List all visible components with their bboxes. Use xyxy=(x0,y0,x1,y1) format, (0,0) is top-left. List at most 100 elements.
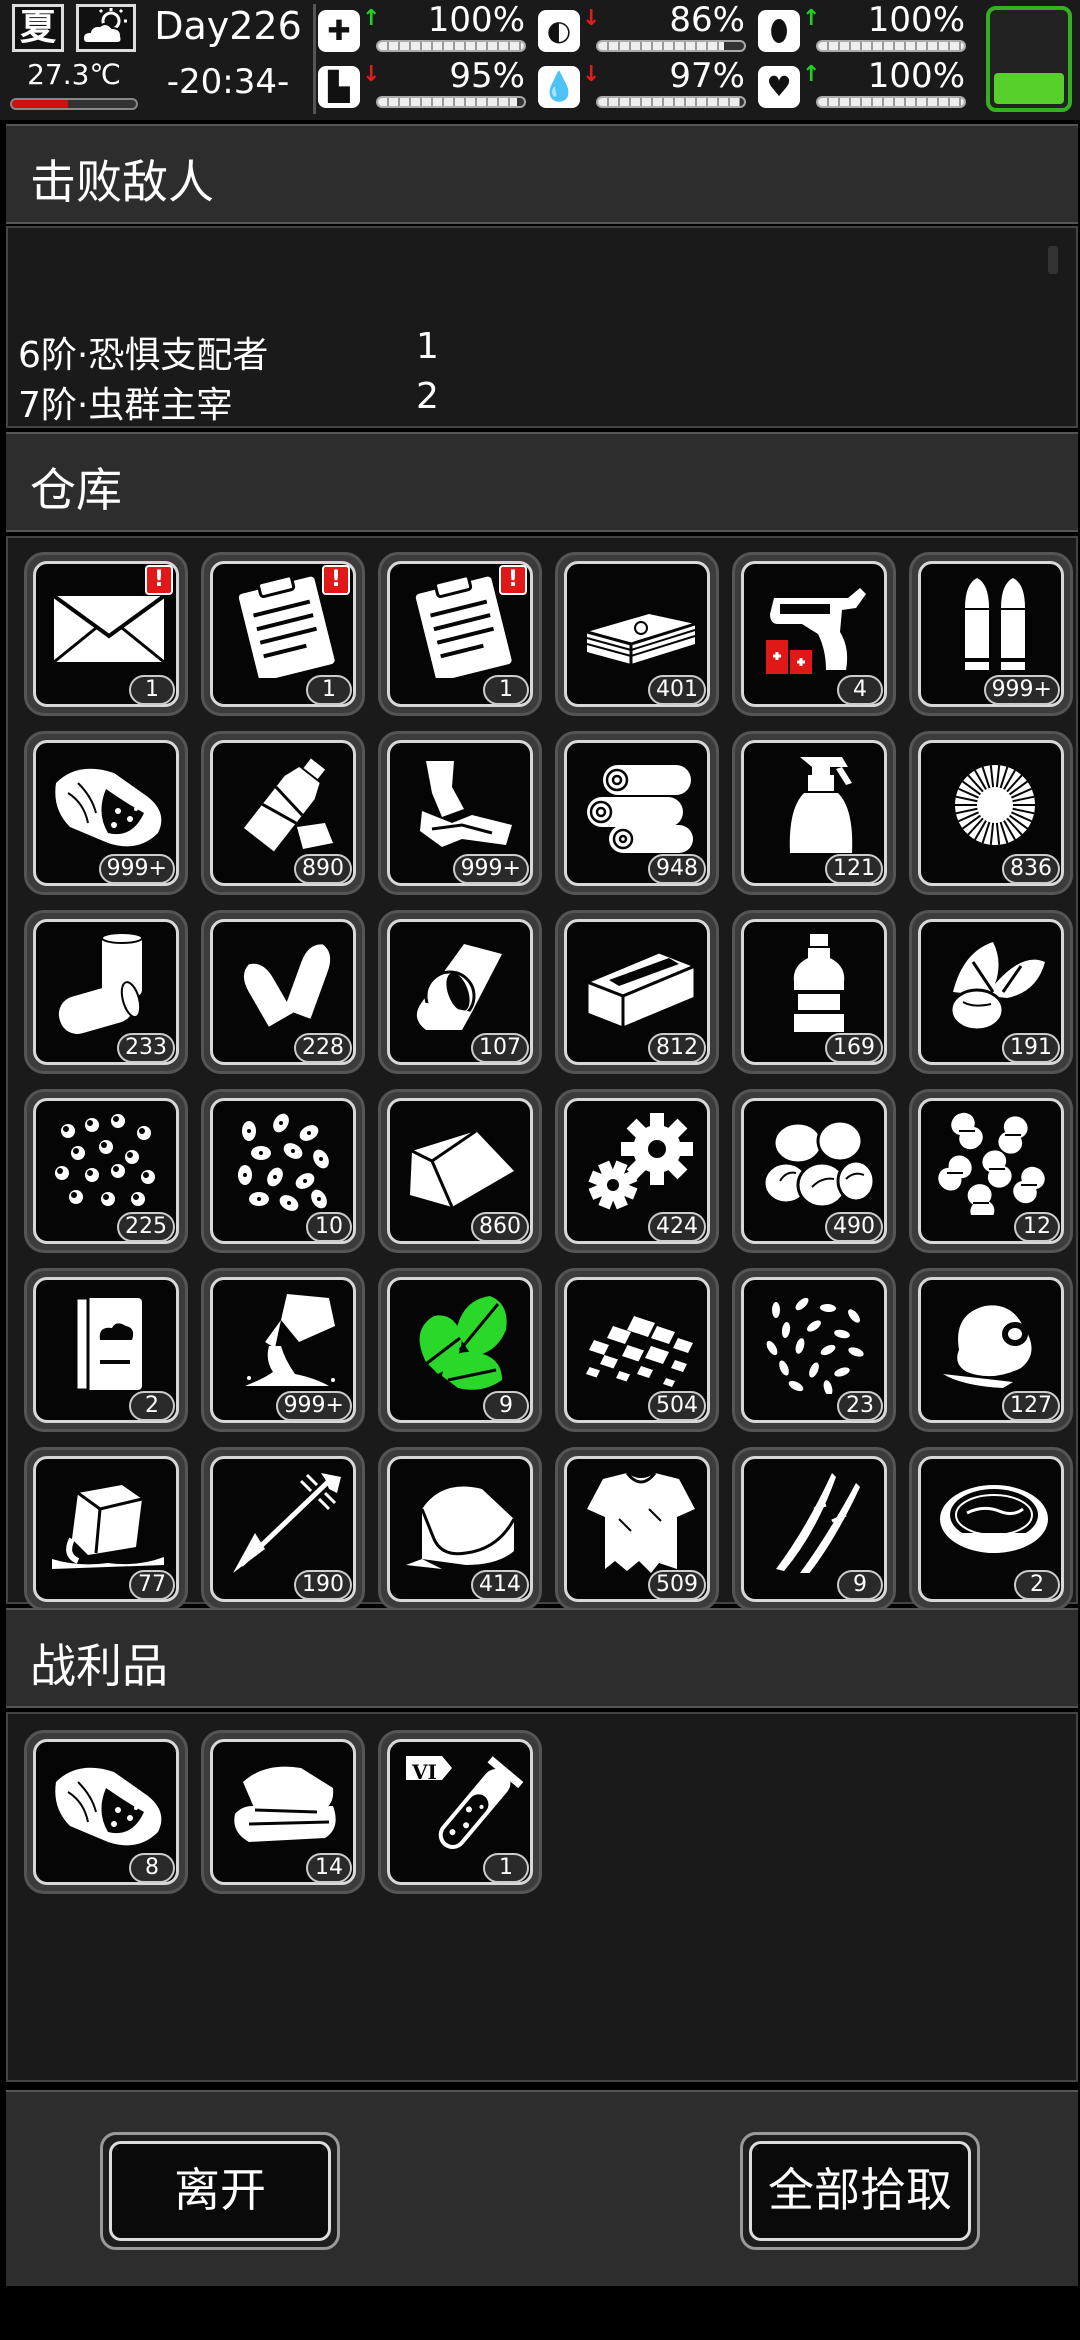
stat-meter: ⬮ ↑ 100% xyxy=(758,0,973,58)
item-count: 860 xyxy=(471,1212,529,1242)
bullets-icon xyxy=(965,578,1025,670)
item-slot[interactable]: 9 xyxy=(378,1268,542,1432)
item-slot[interactable]: ! 1 xyxy=(378,552,542,716)
item-slot[interactable]: 999+ xyxy=(201,1268,365,1432)
item-slot[interactable]: 9 xyxy=(732,1447,896,1611)
temperature-label: 27.3℃ xyxy=(27,58,121,91)
cans-icon xyxy=(58,932,143,1034)
water-drop-icon: 💧 xyxy=(538,66,580,108)
item-count: 23 xyxy=(837,1391,883,1421)
item-slot[interactable]: 191 xyxy=(909,910,1073,1074)
stat-meter: ♥ ↑ 100% xyxy=(758,56,973,114)
meat-icon xyxy=(55,768,162,847)
tier-badge: VI xyxy=(412,1760,437,1784)
trend-down-arrow-icon: ↓ xyxy=(582,6,601,31)
sun-cloud-icon xyxy=(76,4,136,52)
item-slot[interactable]: 14 xyxy=(201,1730,365,1894)
item-slot[interactable]: 107 xyxy=(378,910,542,1074)
book-icon xyxy=(74,1296,142,1392)
item-slot[interactable]: 999+ xyxy=(378,731,542,895)
flare-gun-icon xyxy=(766,588,866,674)
item-slot[interactable]: 121 xyxy=(732,731,896,895)
item-slot[interactable]: 414 xyxy=(378,1447,542,1611)
item-slot[interactable]: 890 xyxy=(201,731,365,895)
item-count: 999+ xyxy=(98,854,175,884)
item-slot[interactable]: 12 xyxy=(909,1089,1073,1253)
item-slot[interactable]: 127 xyxy=(909,1268,1073,1432)
stat-meter: 💧 ↓ 97% xyxy=(538,56,753,114)
item-count: 490 xyxy=(825,1212,883,1242)
gears-icon xyxy=(588,1113,693,1210)
battery-indicator xyxy=(986,6,1072,112)
item-slot[interactable]: 948 xyxy=(555,731,719,895)
item-count: 127 xyxy=(1002,1391,1060,1421)
item-count: 4 xyxy=(837,675,883,705)
item-slot[interactable]: 228 xyxy=(201,910,365,1074)
potatoes-icon xyxy=(762,1119,876,1209)
stat-value: 95% xyxy=(449,56,525,96)
trend-down-arrow-icon: ↓ xyxy=(582,62,601,87)
tattered-shirt-icon xyxy=(587,1472,695,1573)
item-slot[interactable]: ! 1 xyxy=(24,552,188,716)
ice-icon xyxy=(52,1485,164,1569)
item-slot[interactable]: 8 xyxy=(24,1730,188,1894)
shells-icon xyxy=(243,944,331,1027)
towel-icon xyxy=(406,1486,516,1569)
item-slot[interactable]: VI 1 xyxy=(378,1730,542,1894)
item-slot[interactable]: 836 xyxy=(909,731,1073,895)
item-count: 504 xyxy=(648,1391,706,1421)
enemy-name: 6阶·恐惧支配者 xyxy=(18,335,269,376)
item-slot[interactable]: 504 xyxy=(555,1268,719,1432)
item-count: 107 xyxy=(471,1033,529,1063)
scrollbar[interactable] xyxy=(1048,246,1058,274)
item-slot[interactable]: 509 xyxy=(555,1447,719,1611)
item-slot[interactable]: 860 xyxy=(378,1089,542,1253)
cloth-icon xyxy=(410,1129,514,1208)
item-count: 812 xyxy=(648,1033,706,1063)
item-slot[interactable]: 225 xyxy=(24,1089,188,1253)
item-slot[interactable]: 190 xyxy=(201,1447,365,1611)
item-count: 190 xyxy=(294,1570,352,1600)
item-slot[interactable]: 10 xyxy=(201,1089,365,1253)
item-slot[interactable]: 77 xyxy=(24,1447,188,1611)
item-slot[interactable]: 999+ xyxy=(909,552,1073,716)
item-slot[interactable]: 169 xyxy=(732,910,896,1074)
item-slot[interactable]: 490 xyxy=(732,1089,896,1253)
pill-icon: ⬮ xyxy=(758,10,800,52)
storage-grid: ! 1 ! 1 ! 1 401 4 999+ 999+ 890 999+ 948… xyxy=(24,552,1073,1611)
loot-grid: 8 14 VI 1 xyxy=(24,1730,1073,1894)
item-slot[interactable]: 2 xyxy=(24,1268,188,1432)
item-slot[interactable]: 23 xyxy=(732,1268,896,1432)
stat-bar xyxy=(376,40,526,52)
meat-icon xyxy=(55,1767,162,1846)
enemy-count: 2 xyxy=(416,376,439,417)
temperature-bar xyxy=(10,98,138,110)
take-all-button[interactable]: 全部拾取 xyxy=(740,2132,980,2250)
storage-grid-panel[interactable]: ! 1 ! 1 ! 1 401 4 999+ 999+ 890 999+ 948… xyxy=(6,536,1078,1611)
stat-bar xyxy=(596,40,746,52)
item-count: 191 xyxy=(1002,1033,1060,1063)
leave-button-label: 离开 xyxy=(109,2141,331,2241)
item-slot[interactable]: 424 xyxy=(555,1089,719,1253)
item-count: 9 xyxy=(483,1391,529,1421)
soup-bowl-icon xyxy=(940,1485,1048,1553)
item-count: 1 xyxy=(483,675,529,705)
leave-button[interactable]: 离开 xyxy=(100,2132,340,2250)
stat-value: 97% xyxy=(669,56,745,96)
item-slot[interactable]: 233 xyxy=(24,910,188,1074)
item-slot[interactable]: 812 xyxy=(555,910,719,1074)
item-slot[interactable]: 4 xyxy=(732,552,896,716)
item-slot[interactable]: 999+ xyxy=(24,731,188,895)
item-slot[interactable]: 401 xyxy=(555,552,719,716)
boot-icon: ▙ xyxy=(318,66,360,108)
peanuts-icon xyxy=(938,1112,1045,1215)
trend-up-arrow-icon: ↑ xyxy=(802,6,821,31)
defeat-list[interactable]: 6阶·恐惧支配者 1 7阶·虫群主宰 2 xyxy=(6,226,1078,428)
item-count: 228 xyxy=(294,1033,352,1063)
item-slot[interactable]: ! 1 xyxy=(201,552,365,716)
item-count: 2 xyxy=(1014,1570,1060,1600)
item-slot[interactable]: 2 xyxy=(909,1447,1073,1611)
loot-grid-panel[interactable]: 8 14 VI 1 xyxy=(6,1712,1078,2082)
item-count: 8 xyxy=(129,1853,175,1883)
status-divider xyxy=(313,4,316,114)
